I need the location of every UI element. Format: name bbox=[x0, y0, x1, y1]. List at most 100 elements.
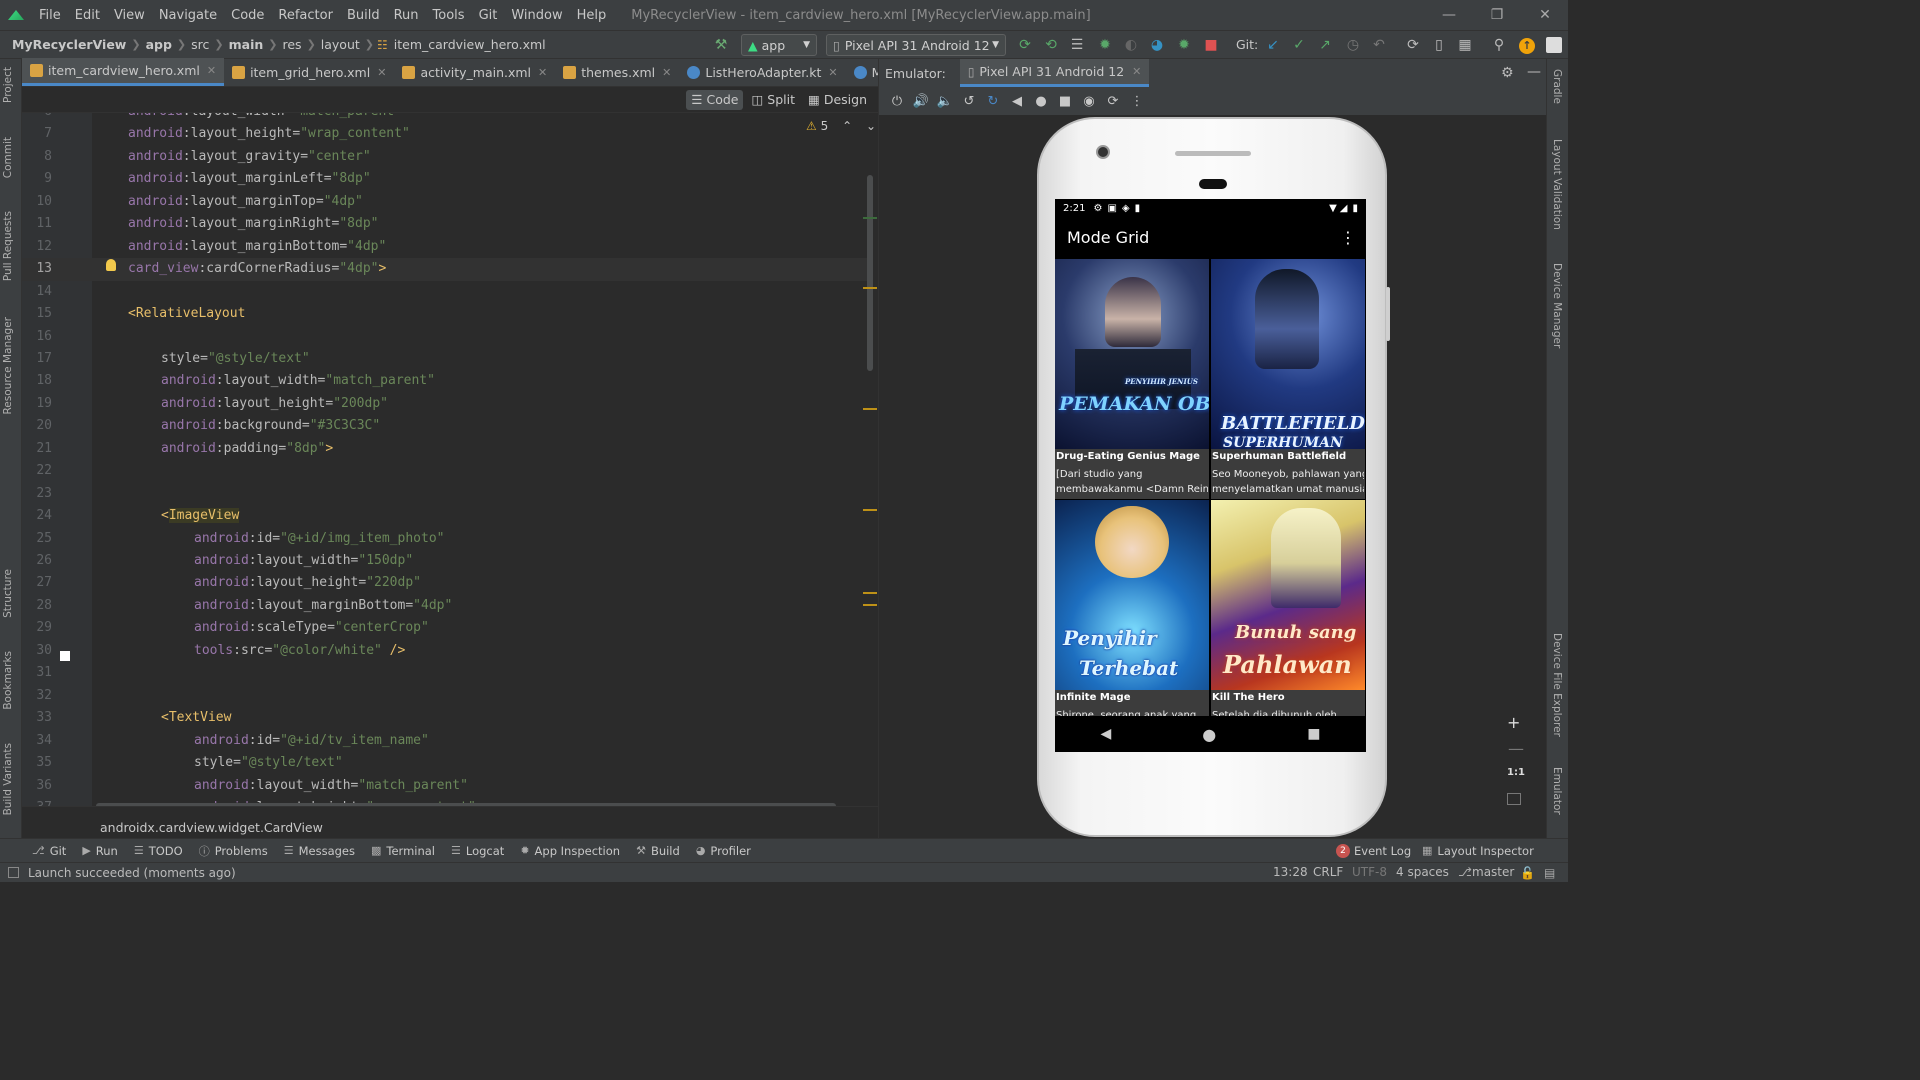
tool-tab-project[interactable]: Project bbox=[2, 67, 14, 103]
code-line[interactable]: 28 android:layout_marginBottom="4dp" bbox=[22, 595, 868, 618]
previous-highlight-icon[interactable]: ⌃ bbox=[842, 119, 852, 133]
device-select[interactable]: ▯ Pixel API 31 Android 12 ▼ bbox=[826, 34, 1006, 56]
zoom-actual-size[interactable]: 1:1 bbox=[1507, 767, 1525, 778]
account-icon[interactable] bbox=[1546, 37, 1562, 53]
nav-recents-icon[interactable]: ■ bbox=[1307, 726, 1320, 742]
color-swatch-white-icon[interactable] bbox=[60, 651, 70, 661]
tool-tab-device-manager[interactable]: Device Manager bbox=[1551, 263, 1563, 348]
code-line[interactable]: 36 android:layout_width="match_parent" bbox=[22, 775, 868, 798]
hero-card[interactable]: BATTLEFIELD SUPERHUMAN Superhuman Battle… bbox=[1211, 259, 1365, 499]
rotate-right-icon[interactable]: ↻ bbox=[981, 89, 1005, 113]
minimize-icon[interactable]: — bbox=[1426, 0, 1472, 30]
status-message[interactable]: Launch succeeded (moments ago) bbox=[28, 866, 236, 880]
breadcrumb-main[interactable]: main bbox=[225, 37, 268, 52]
git-update-icon[interactable]: ↙ bbox=[1262, 34, 1284, 56]
profiler-icon[interactable]: ◕ bbox=[1146, 34, 1168, 56]
code-line[interactable]: 13 card_view:cardCornerRadius="4dp"> bbox=[22, 258, 868, 281]
tool-tab-commit[interactable]: Commit bbox=[2, 137, 14, 178]
overflow-menu-icon[interactable]: ⋮ bbox=[1340, 228, 1356, 247]
menu-build[interactable]: Build bbox=[340, 8, 387, 23]
tool-tab-resource-manager[interactable]: Resource Manager bbox=[2, 317, 14, 415]
code-line[interactable]: 12 android:layout_marginBottom="4dp" bbox=[22, 236, 868, 259]
breadcrumb-app[interactable]: app bbox=[142, 37, 176, 52]
menu-run[interactable]: Run bbox=[387, 8, 426, 23]
close-tab-icon[interactable]: ✕ bbox=[662, 66, 671, 79]
close-tab-icon[interactable]: ✕ bbox=[828, 66, 837, 79]
attach-debugger-icon[interactable]: ✹ bbox=[1173, 34, 1195, 56]
overview-icon[interactable]: ■ bbox=[1053, 89, 1077, 113]
menu-git[interactable]: Git bbox=[472, 8, 505, 23]
code-line[interactable]: 24 <ImageView bbox=[22, 505, 868, 528]
warning-marker[interactable] bbox=[863, 604, 877, 606]
lightbulb-icon[interactable] bbox=[106, 259, 116, 271]
tool-tab-bookmarks[interactable]: Bookmarks bbox=[2, 651, 14, 710]
breadcrumb-layout[interactable]: layout bbox=[317, 37, 364, 52]
menu-navigate[interactable]: Navigate bbox=[152, 8, 224, 23]
tool-profiler[interactable]: ◕ Profiler bbox=[696, 844, 751, 858]
code-line[interactable]: 32 bbox=[22, 685, 868, 708]
code-line[interactable]: 34 android:id="@+id/tv_item_name" bbox=[22, 730, 868, 753]
git-history-icon[interactable]: ◷ bbox=[1342, 34, 1364, 56]
tool-tab-gradle[interactable]: Gradle bbox=[1551, 69, 1563, 104]
code-line[interactable]: 20 android:background="#3C3C3C" bbox=[22, 415, 868, 438]
tool-tab-emulator[interactable]: Emulator bbox=[1551, 767, 1563, 815]
tool-app-inspection[interactable]: ✹ App Inspection bbox=[520, 844, 620, 858]
code-line[interactable]: 33 <TextView bbox=[22, 707, 868, 730]
hero-card[interactable]: Bunuh sang Pahlawan Kill The Hero Setela… bbox=[1211, 500, 1365, 740]
tool-build[interactable]: ⚒ Build bbox=[636, 844, 680, 858]
maximize-icon[interactable]: ❐ bbox=[1474, 0, 1520, 30]
back-icon[interactable]: ◀ bbox=[1005, 89, 1029, 113]
tab-activity-main[interactable]: activity_main.xml ✕ bbox=[394, 58, 555, 86]
close-window-icon[interactable]: ✕ bbox=[1522, 0, 1568, 30]
code-line[interactable]: 7 android:layout_height="wrap_content" bbox=[22, 123, 868, 146]
code-line[interactable]: 18 android:layout_width="match_parent" bbox=[22, 370, 868, 393]
code-line[interactable]: 35 style="@style/text" bbox=[22, 752, 868, 775]
code-line[interactable]: 14 bbox=[22, 281, 868, 304]
breadcrumb-project[interactable]: MyRecyclerView bbox=[8, 37, 130, 52]
tool-tab-build-variants[interactable]: Build Variants bbox=[2, 743, 14, 815]
tool-terminal[interactable]: ▩ Terminal bbox=[371, 844, 435, 858]
apply-changes-icon[interactable]: ⟳ bbox=[1014, 34, 1036, 56]
run-list-icon[interactable]: ☰ bbox=[1066, 34, 1088, 56]
sync-gradle-icon[interactable]: ⟳ bbox=[1402, 34, 1424, 56]
warning-marker[interactable] bbox=[863, 287, 877, 289]
device-manager-icon[interactable]: ▯ bbox=[1428, 34, 1450, 56]
menu-code[interactable]: Code bbox=[224, 8, 271, 23]
code-line[interactable]: 9 android:layout_marginLeft="8dp" bbox=[22, 168, 868, 191]
indent-setting[interactable]: 4 spaces bbox=[1396, 865, 1449, 879]
file-encoding[interactable]: UTF-8 bbox=[1352, 865, 1387, 879]
menu-window[interactable]: Window bbox=[504, 8, 569, 23]
code-line[interactable]: 30 tools:src="@color/white" /> bbox=[22, 640, 868, 663]
phone-screen[interactable]: 2:21 ⚙ ▣ ◈ ▮ ▼ ◢ ▮ Mode Grid ⋮ PENYIHIR … bbox=[1055, 199, 1366, 752]
stop-icon[interactable]: ■ bbox=[1200, 34, 1222, 56]
code-line[interactable]: 8 android:layout_gravity="center" bbox=[22, 146, 868, 169]
code-line[interactable]: 6 android:layout_width="match_parent" bbox=[22, 113, 868, 124]
power-icon[interactable]: ⏻ bbox=[885, 89, 909, 113]
update-notification-icon[interactable]: ↑ bbox=[1519, 38, 1535, 54]
tool-layout-inspector[interactable]: ▦ Layout Inspector bbox=[1422, 844, 1534, 858]
hero-card[interactable]: Penyihir Terhebat Infinite Mage Shirone,… bbox=[1055, 500, 1209, 740]
menu-view[interactable]: View bbox=[107, 8, 152, 23]
breadcrumb-src[interactable]: src bbox=[187, 37, 213, 52]
warnings-indicator[interactable]: ⚠ 5 ⌃ ⌄ bbox=[806, 119, 876, 133]
git-commit-icon[interactable]: ✓ bbox=[1288, 34, 1310, 56]
tool-run[interactable]: ▶ Run bbox=[82, 844, 118, 858]
coverage-icon[interactable]: ◐ bbox=[1120, 34, 1142, 56]
menu-tools[interactable]: Tools bbox=[426, 8, 472, 23]
snapshot-icon[interactable]: ⟳ bbox=[1101, 89, 1125, 113]
nav-home-icon[interactable]: ● bbox=[1202, 725, 1216, 744]
tool-logcat[interactable]: ☰ Logcat bbox=[451, 844, 504, 858]
tool-git[interactable]: ⎇ Git bbox=[32, 844, 66, 858]
code-line[interactable]: 27 android:layout_height="220dp" bbox=[22, 572, 868, 595]
code-line[interactable]: 10 android:layout_marginTop="4dp" bbox=[22, 191, 868, 214]
hide-panel-icon[interactable]: — bbox=[1527, 64, 1541, 80]
tab-item-grid-hero[interactable]: item_grid_hero.xml ✕ bbox=[224, 58, 394, 86]
zoom-out-icon[interactable]: — bbox=[1508, 739, 1524, 758]
editor-scrollbar[interactable] bbox=[867, 175, 873, 371]
code-mode-button[interactable]: ☰ Code bbox=[686, 89, 744, 110]
git-push-icon[interactable]: ↗ bbox=[1314, 34, 1336, 56]
tool-tab-pull-requests[interactable]: Pull Requests bbox=[2, 211, 14, 281]
code-line[interactable]: 22 bbox=[22, 460, 868, 483]
code-editor[interactable]: 6 android:layout_width="match_parent" 7 and… bbox=[22, 113, 878, 806]
tool-problems[interactable]: ⓘ Problems bbox=[199, 843, 268, 859]
